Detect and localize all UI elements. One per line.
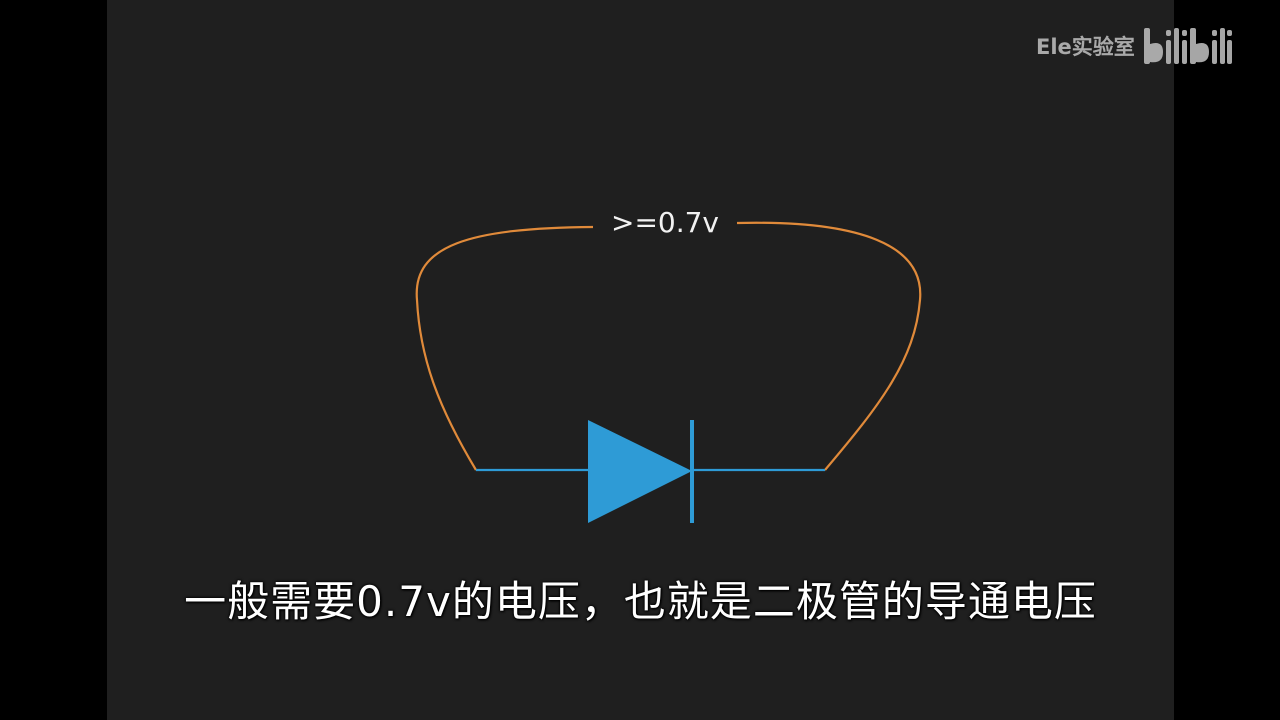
voltage-label: >=0.7v	[610, 206, 720, 239]
subtitle-caption: 一般需要0.7v的电压，也就是二极管的导通电压	[184, 577, 1097, 626]
video-stage: >=0.7v Ele实验室 一般需要0.7v的电压，也就是二极管的导通电压	[0, 0, 1280, 720]
voltage-loop-wire	[415, 225, 594, 471]
voltage-loop-wire-right	[736, 221, 922, 471]
channel-name: Ele实验室	[1036, 35, 1135, 59]
diode-triangle	[588, 420, 692, 523]
channel-watermark: Ele实验室	[1036, 22, 1233, 70]
bilibili-logo-icon	[1143, 28, 1232, 64]
